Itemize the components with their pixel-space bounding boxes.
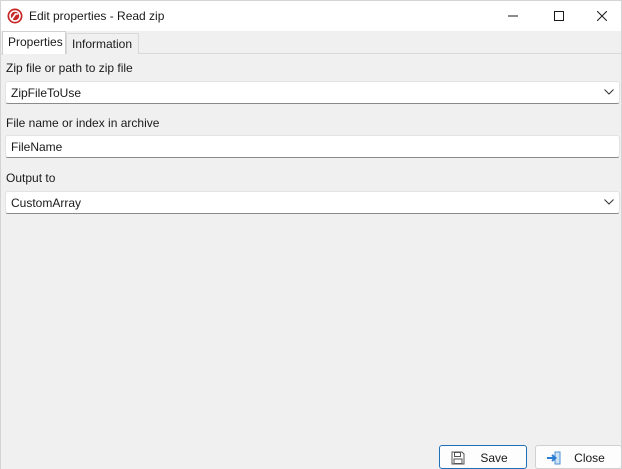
close-icon	[597, 11, 607, 21]
zip-path-combobox[interactable]: ZipFileToUse	[5, 81, 620, 104]
window-title: Edit properties - Read zip	[29, 9, 165, 23]
minimize-icon	[508, 11, 518, 21]
title-bar: Edit properties - Read zip	[1, 1, 621, 31]
output-combobox[interactable]: CustomArray	[5, 191, 620, 214]
close-button[interactable]: Close	[535, 445, 622, 469]
output-label: Output to	[6, 171, 56, 185]
close-label: Close	[574, 451, 605, 465]
file-name-input[interactable]: FileName	[5, 135, 620, 158]
dialog-footer: Save Close	[1, 434, 622, 469]
chevron-down-icon[interactable]	[602, 195, 616, 209]
zip-path-label: Zip file or path to zip file	[6, 61, 133, 75]
save-label: Save	[480, 451, 508, 465]
tab-information[interactable]: Information	[66, 33, 139, 54]
app-logo-icon	[7, 8, 23, 24]
file-name-label: File name or index in archive	[6, 116, 160, 130]
window-close-button[interactable]	[582, 1, 622, 31]
minimize-button[interactable]	[490, 1, 536, 31]
properties-panel: Zip file or path to zip file ZipFileToUs…	[3, 54, 620, 434]
dialog-window: Edit properties - Read zip Properties In…	[0, 0, 622, 469]
maximize-icon	[554, 11, 564, 21]
save-button[interactable]: Save	[439, 445, 527, 469]
tab-strip: Properties Information	[1, 31, 621, 55]
file-name-value: FileName	[11, 140, 63, 154]
zip-path-value: ZipFileToUse	[11, 86, 82, 100]
chevron-down-icon[interactable]	[602, 85, 616, 99]
tab-properties[interactable]: Properties	[2, 31, 66, 55]
maximize-button[interactable]	[536, 1, 582, 31]
output-value: CustomArray	[11, 196, 82, 210]
